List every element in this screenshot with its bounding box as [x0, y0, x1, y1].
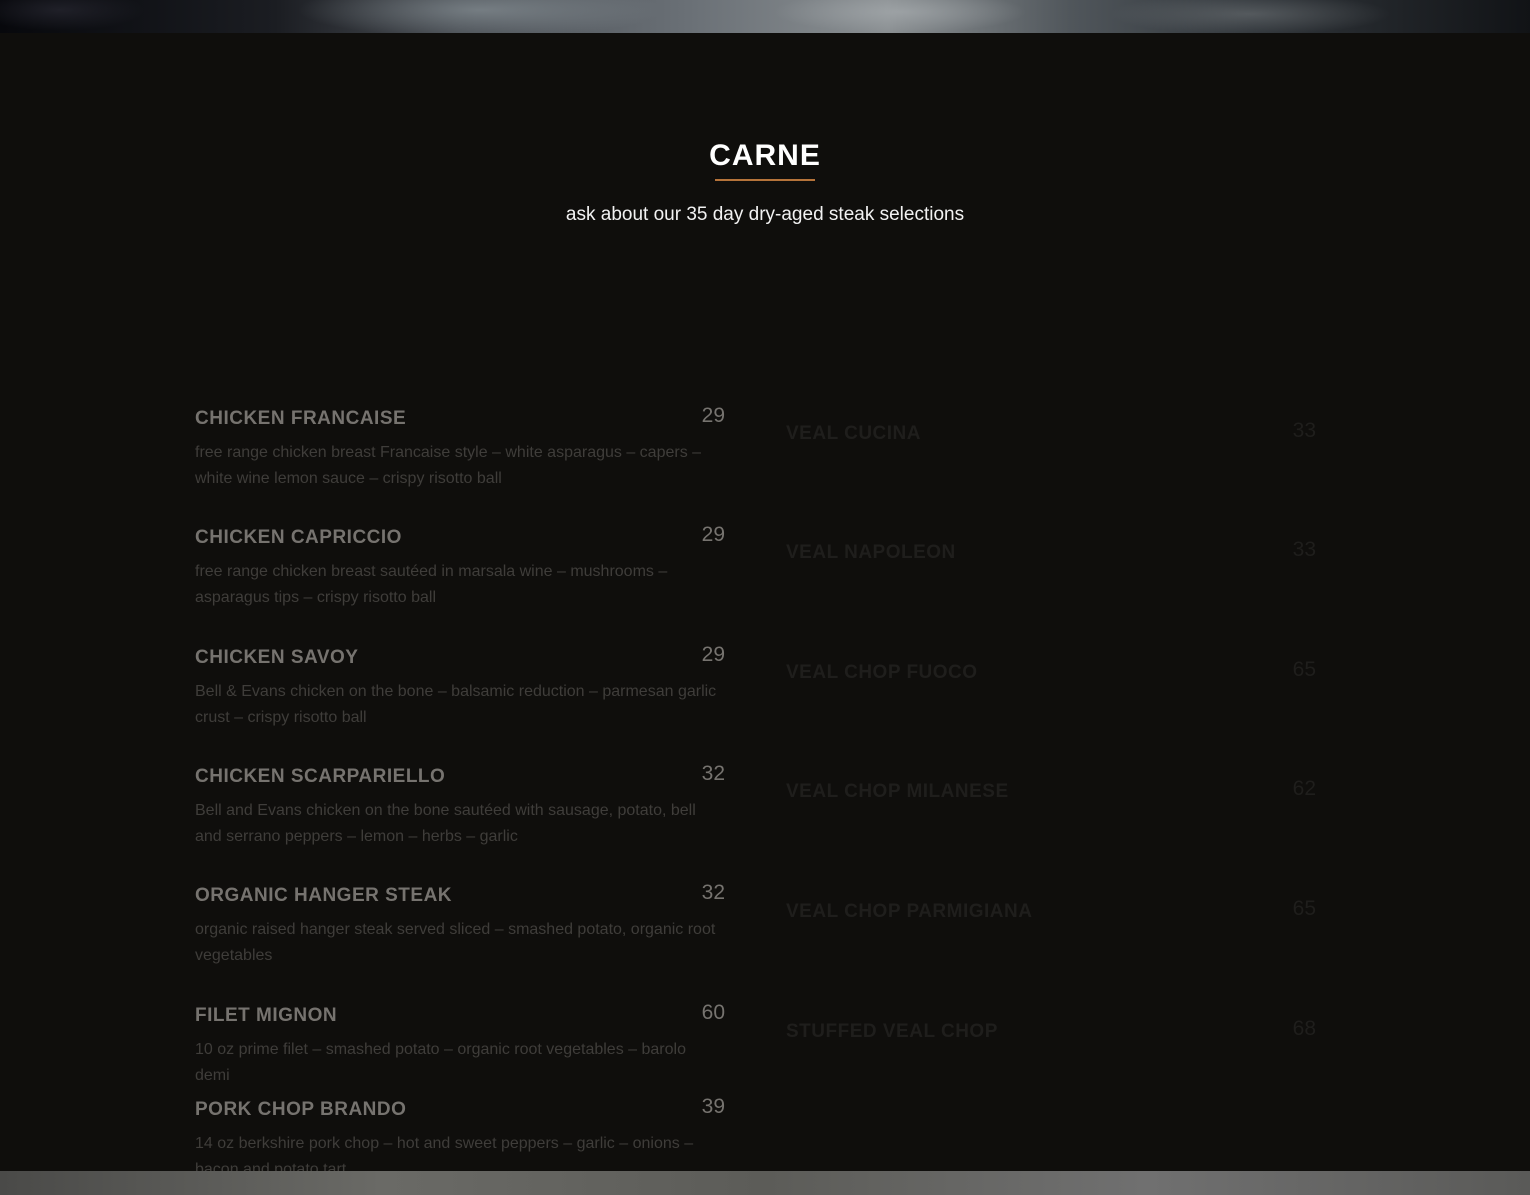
menu-item-name: FILET MIGNON [195, 1005, 338, 1026]
menu-item-price: 29 [701, 523, 725, 546]
menu-item: VEAL NAPOLEON 33 [786, 538, 1316, 566]
menu-item-name: STUFFED VEAL CHOP [786, 1021, 998, 1042]
menu-item-description: free range chicken breast Francaise styl… [195, 444, 702, 487]
menu-item-price: 33 [1292, 538, 1316, 561]
menu-item-price: 62 [1292, 777, 1316, 800]
menu-item-description: Bell and Evans chicken on the bone sauté… [195, 802, 696, 845]
menu-item-name: CHICKEN SAVOY [195, 647, 359, 668]
footer-image-strip [0, 1171, 1530, 1195]
menu-item: CHICKEN SCARPARIELLO 32 Bell and Evans c… [195, 762, 725, 849]
menu-item: VEAL CUCINA 33 [786, 419, 1316, 447]
menu-item-name: VEAL CHOP PARMIGIANA [786, 901, 1033, 922]
menu-item: CHICKEN CAPRICCIO 29 free range chicken … [195, 523, 725, 610]
menu-item-name: VEAL NAPOLEON [786, 542, 956, 563]
menu-item-name: CHICKEN SCARPARIELLO [195, 766, 446, 787]
menu-item-price: 29 [701, 643, 725, 666]
menu-item-price: 60 [701, 1001, 725, 1024]
menu-item-price: 68 [1292, 1017, 1316, 1040]
menu-item-price: 65 [1292, 897, 1316, 920]
menu-item-name: CHICKEN FRANCAISE [195, 408, 407, 429]
menu-item-name: VEAL CUCINA [786, 423, 921, 444]
menu-item: CHICKEN SAVOY 29 Bell & Evans chicken on… [195, 643, 725, 730]
menu-item-name: CHICKEN CAPRICCIO [195, 527, 402, 548]
menu-item: VEAL CHOP MILANESE 62 [786, 777, 1316, 805]
menu-item-name: VEAL CHOP FUOCO [786, 662, 978, 683]
menu-item-description: organic raised hanger steak served slice… [195, 921, 716, 964]
title-underline [715, 179, 815, 181]
menu-item: FILET MIGNON 60 10 oz prime filet – smas… [195, 1001, 725, 1088]
section-subtitle: ask about our 35 day dry-aged steak sele… [565, 204, 965, 225]
menu-item-price: 32 [701, 762, 725, 785]
menu-item-price: 39 [701, 1095, 725, 1118]
menu-item-price: 32 [701, 881, 725, 904]
menu-item-name: VEAL CHOP MILANESE [786, 781, 1009, 802]
menu-item-price: 29 [701, 404, 725, 427]
menu-item-price: 33 [1292, 419, 1316, 442]
menu-item: ORGANIC HANGER STEAK 32 organic raised h… [195, 881, 725, 968]
menu-item-description: Bell & Evans chicken on the bone – balsa… [195, 683, 717, 726]
menu-item-description: 10 oz prime filet – smashed potato – org… [195, 1041, 686, 1084]
menu-item: STUFFED VEAL CHOP 68 [786, 1017, 1316, 1045]
menu-item: PORK CHOP BRANDO 39 14 oz berkshire pork… [195, 1095, 725, 1182]
section-title: CARNE [709, 139, 821, 172]
hero-image-strip [0, 0, 1530, 33]
menu-item-name: ORGANIC HANGER STEAK [195, 885, 453, 906]
menu-item: VEAL CHOP FUOCO 65 [786, 658, 1316, 686]
menu-item-price: 65 [1292, 658, 1316, 681]
menu-item-description: free range chicken breast sautéed in mar… [195, 563, 668, 606]
menu-item: CHICKEN FRANCAISE 29 free range chicken … [195, 404, 725, 491]
menu-item-name: PORK CHOP BRANDO [195, 1099, 407, 1120]
menu-item: VEAL CHOP PARMIGIANA 65 [786, 897, 1316, 925]
